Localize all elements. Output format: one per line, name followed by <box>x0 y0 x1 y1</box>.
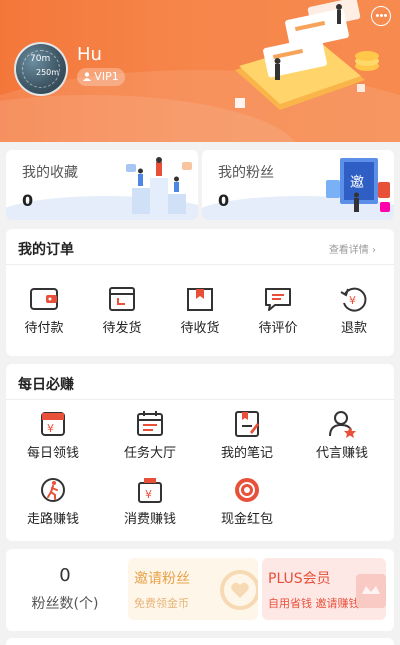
podium-illustration <box>126 157 192 214</box>
favorites-count: 0 <box>22 191 34 210</box>
crown-icon <box>356 574 386 608</box>
favorites-card[interactable]: 我的收藏 0 <box>6 150 198 220</box>
user-icon <box>83 72 92 81</box>
box-pending-icon <box>109 287 135 311</box>
invite-board-illustration: 邀 <box>326 158 390 212</box>
bottom-card <box>6 638 394 645</box>
plus-title: PLUS会员 <box>268 571 331 587</box>
order-item-label: 待收货 <box>180 321 220 336</box>
order-refund[interactable]: ¥ 退款 <box>324 285 384 336</box>
fans-count: 0 <box>59 565 71 586</box>
package-icon <box>187 288 213 311</box>
fans-count-label: 粉丝数(个) <box>31 596 99 612</box>
invite-title: 邀请粉丝 <box>134 571 190 587</box>
order-pending-payment[interactable]: 待付款 <box>14 285 74 336</box>
daily-money[interactable]: ¥ 每日领钱 <box>23 410 83 461</box>
wallet-icon <box>30 288 58 310</box>
followers-label: 我的粉丝 <box>218 165 274 181</box>
more-options-button[interactable] <box>371 6 391 26</box>
cash-red-packet[interactable]: 现金红包 <box>217 476 277 527</box>
refund-icon: ¥ <box>340 287 367 312</box>
followers-count: 0 <box>218 191 230 210</box>
svg-text:¥: ¥ <box>349 294 356 307</box>
daily-money-icon: ¥ <box>41 412 65 436</box>
vip-label: VIP1 <box>94 70 119 83</box>
consume-earn[interactable]: ¥ 消费赚钱 <box>120 476 180 527</box>
avatar-text: 70m <box>30 54 51 64</box>
profile-header: 70m 250m Hu VIP1 <box>0 0 400 142</box>
comment-icon <box>265 288 291 311</box>
daily-item-label: 现金红包 <box>220 512 273 527</box>
view-details-link[interactable]: 查看详情 › <box>329 241 376 256</box>
divider <box>6 399 394 400</box>
task-hall[interactable]: 任务大厅 <box>120 410 180 461</box>
heart-coin-icon <box>220 570 258 610</box>
username: Hu <box>77 44 102 65</box>
notes-icon <box>235 411 259 437</box>
daily-earn-card: 每日必赚 ¥ 每日领钱 任务大厅 我的笔记 代言赚钱 走路赚钱 ¥ 消费赚钱 现… <box>6 364 394 541</box>
fans-card: 0 粉丝数(个) 邀请粉丝 免费领金币 PLUS会员 自用省钱 邀请赚钱 <box>6 549 394 631</box>
svg-text:¥: ¥ <box>145 488 152 501</box>
walk-earn[interactable]: 走路赚钱 <box>23 476 83 527</box>
vip-badge[interactable]: VIP1 <box>77 68 125 86</box>
svg-text:¥: ¥ <box>47 422 54 435</box>
orders-title: 我的订单 <box>18 242 74 258</box>
orders-card: 我的订单 查看详情 › 待付款 待发货 待收货 待评价 ¥ 退款 <box>6 229 394 356</box>
svg-text:邀: 邀 <box>350 175 364 191</box>
daily-item-label: 我的笔记 <box>220 446 273 461</box>
divider <box>6 264 394 265</box>
plus-member-banner[interactable]: PLUS会员 自用省钱 邀请赚钱 <box>262 558 386 620</box>
red-packet-icon <box>235 478 259 502</box>
daily-item-label: 任务大厅 <box>123 446 176 461</box>
order-pending-shipment[interactable]: 待发货 <box>92 285 152 336</box>
my-notes[interactable]: 我的笔记 <box>217 410 277 461</box>
order-item-label: 待付款 <box>24 321 64 336</box>
endorse-earn[interactable]: 代言赚钱 <box>312 410 372 461</box>
daily-title: 每日必赚 <box>18 377 74 393</box>
invite-subtitle: 免费领金币 <box>134 597 189 610</box>
invite-fans-banner[interactable]: 邀请粉丝 免费领金币 <box>128 558 258 620</box>
daily-item-label: 消费赚钱 <box>123 512 176 527</box>
avatar-text: 250m <box>36 68 60 77</box>
daily-item-label: 代言赚钱 <box>315 446 368 461</box>
followers-card[interactable]: 我的粉丝 0 邀 <box>202 150 394 220</box>
plus-subtitle: 自用省钱 邀请赚钱 <box>268 597 360 610</box>
shopping-bag-icon: ¥ <box>138 478 162 503</box>
walking-icon <box>41 478 65 502</box>
avatar[interactable]: 70m 250m <box>14 42 68 96</box>
endorse-icon <box>329 411 356 438</box>
daily-item-label: 每日领钱 <box>26 446 79 461</box>
order-item-label: 待发货 <box>102 321 142 336</box>
favorites-label: 我的收藏 <box>22 165 78 181</box>
task-hall-icon <box>137 411 163 436</box>
daily-item-label: 走路赚钱 <box>26 512 79 527</box>
order-item-label: 退款 <box>340 321 367 336</box>
header-illustration <box>235 0 379 110</box>
order-pending-receipt[interactable]: 待收货 <box>170 285 230 336</box>
order-item-label: 待评价 <box>258 321 298 336</box>
order-pending-review[interactable]: 待评价 <box>248 285 308 336</box>
